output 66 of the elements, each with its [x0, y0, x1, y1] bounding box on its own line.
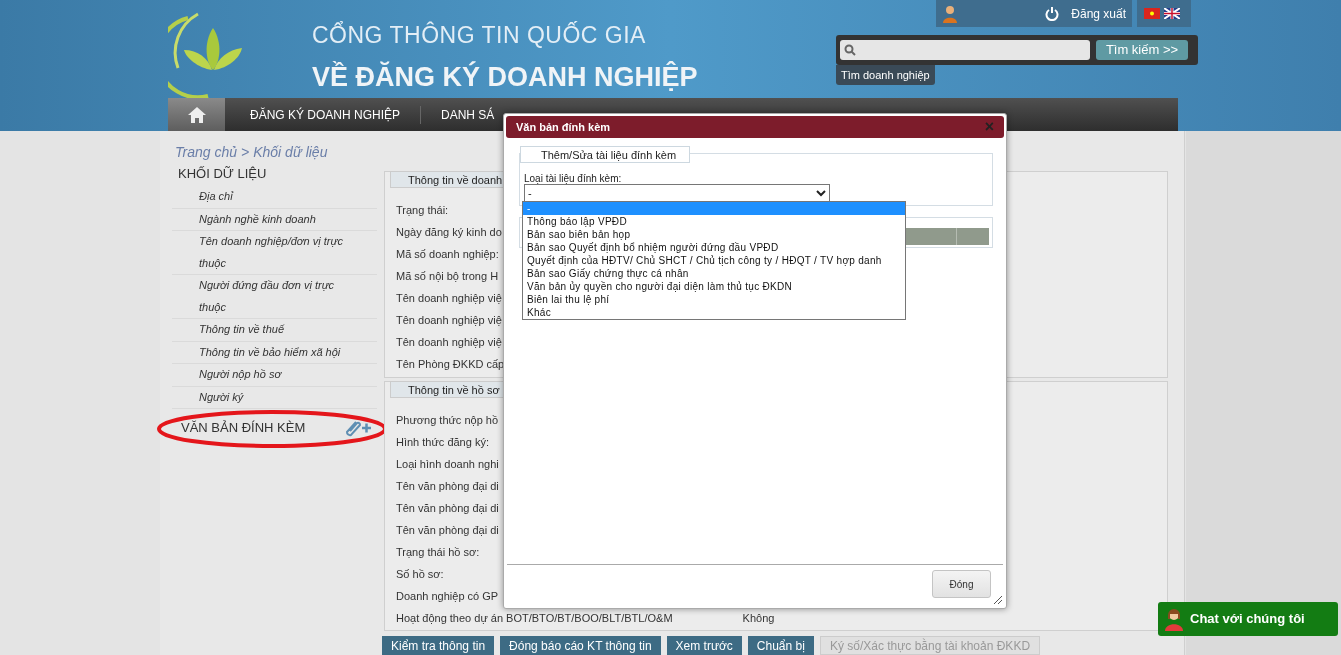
field-label: Tên văn phòng đại di: [396, 478, 499, 494]
portal-title: CỔNG THÔNG TIN QUỐC GIA: [312, 20, 647, 50]
action-button[interactable]: Đóng báo cáo KT thông tin: [500, 636, 661, 655]
chat-button[interactable]: Chat với chúng tôi: [1158, 602, 1338, 636]
vietnam-flag-icon[interactable]: [1144, 8, 1160, 19]
sidebar-item[interactable]: Người nộp hồ sơ: [199, 364, 282, 386]
field-label: Phương thức nộp hồ: [396, 412, 499, 428]
action-button[interactable]: Kiểm tra thông tin: [382, 636, 495, 655]
field-label: Tên văn phòng đại di: [396, 500, 499, 516]
dropdown-option[interactable]: Bản sao Quyết định bổ nhiệm người đứng đầu VPĐD: [523, 241, 905, 254]
field-label: Loại tài liệu đính kèm:: [524, 172, 622, 186]
sidebar-item[interactable]: Người đứng đầu đơn vị trực thuộc: [199, 275, 357, 318]
action-button[interactable]: Chuẩn bị: [747, 636, 814, 655]
nav-item[interactable]: ĐĂNG KÝ DOANH NGHIỆP: [250, 105, 422, 124]
field-label: Mã số nội bộ trong H: [396, 268, 499, 284]
document-type-select[interactable]: -: [524, 184, 830, 202]
field-label: Ngày đăng ký kinh do: [396, 224, 502, 240]
close-dialog-button[interactable]: Đóng: [932, 570, 991, 598]
field-label: Hoạt động theo dự án BOT/BTO/BT/BOO/BLT/BTL/O&M: [396, 610, 673, 626]
panel-legend: Thêm/Sửa tài liệu đính kèm: [520, 146, 690, 163]
action-button[interactable]: Xem trước: [666, 636, 742, 655]
field-value: Không: [742, 610, 775, 626]
field-label: Tên doanh nghiệp việ: [396, 290, 502, 306]
dropdown-option[interactable]: Văn bản ủy quyền cho người đại diện làm thủ tục ĐKDN: [523, 280, 905, 293]
dropdown-option[interactable]: Quyết định của HĐTV/ Chủ SHCT / Chủ tịch công ty / HĐQT / TV hợp danh: [523, 254, 905, 267]
chevron-down-icon: [816, 189, 826, 197]
portal-subtitle: VỀ ĐĂNG KÝ DOANH NGHIỆP: [312, 60, 698, 94]
nav-item[interactable]: DANH SÁ: [441, 105, 495, 124]
dropdown-option[interactable]: Biên lai thu lệ phí: [523, 293, 905, 306]
breadcrumb-separator: >: [241, 143, 250, 162]
field-label: Trạng thái hồ sơ:: [396, 544, 480, 560]
field-label: Loại hình doanh nghi: [396, 456, 499, 472]
sidebar-item[interactable]: Ngành nghề kinh doanh: [199, 208, 316, 230]
field-label: Tên doanh nghiệp việ: [396, 334, 502, 350]
field-label: Tên văn phòng đại di: [396, 522, 499, 538]
sidebar-item[interactable]: Thông tin về bảo hiểm xã hội: [199, 341, 341, 363]
power-icon[interactable]: [1045, 6, 1060, 21]
field-label: Mã số doanh nghiệp:: [396, 246, 499, 262]
home-icon: [186, 105, 207, 124]
field-label: Tên doanh nghiệp việ: [396, 312, 502, 328]
dropdown-option[interactable]: Khác: [523, 306, 905, 319]
home-tab[interactable]: [168, 98, 225, 131]
field-label: Doanh nghiệp có GP: [396, 588, 499, 604]
field-label: Tên Phòng ĐKKD cấp: [396, 356, 505, 372]
dialog-title: Văn bản đính kèm: [516, 119, 611, 135]
dropdown-option[interactable]: Thông báo lập VPĐD: [523, 215, 905, 228]
field-label: Số hồ sơ:: [396, 566, 444, 582]
search-tab[interactable]: Tìm doanh nghiệp: [836, 65, 935, 85]
user-avatar-icon: [942, 4, 958, 23]
dropdown-option[interactable]: Bản sao Giấy chứng thực cá nhân: [523, 267, 905, 280]
search-field[interactable]: [840, 40, 1090, 60]
resize-grip-icon[interactable]: [993, 595, 1003, 605]
field-label: Hình thức đăng ký:: [396, 434, 489, 450]
sidebar-item[interactable]: Địa chỉ: [199, 186, 233, 208]
sidebar-item[interactable]: Tên doanh nghiệp/đơn vị trực thuộc: [199, 231, 357, 274]
sidebar-heading: KHỐI DỮ LIỆU: [177, 165, 268, 183]
breadcrumb-current: Khối dữ liệu: [253, 143, 328, 162]
logout-link[interactable]: Đăng xuất: [1071, 4, 1126, 23]
dropdown-option[interactable]: Bản sao biên bản họp: [523, 228, 905, 241]
search-icon: [844, 44, 856, 56]
sidebar-heading: VĂN BẢN ĐÍNH KÈM: [181, 419, 306, 438]
sidebar-item[interactable]: Người ký: [199, 386, 244, 408]
uk-flag-icon[interactable]: [1164, 8, 1180, 19]
sidebar-item[interactable]: Thông tin về thuế: [199, 319, 284, 341]
support-agent-icon: [1164, 607, 1184, 631]
field-label: Trạng thái:: [396, 202, 449, 218]
